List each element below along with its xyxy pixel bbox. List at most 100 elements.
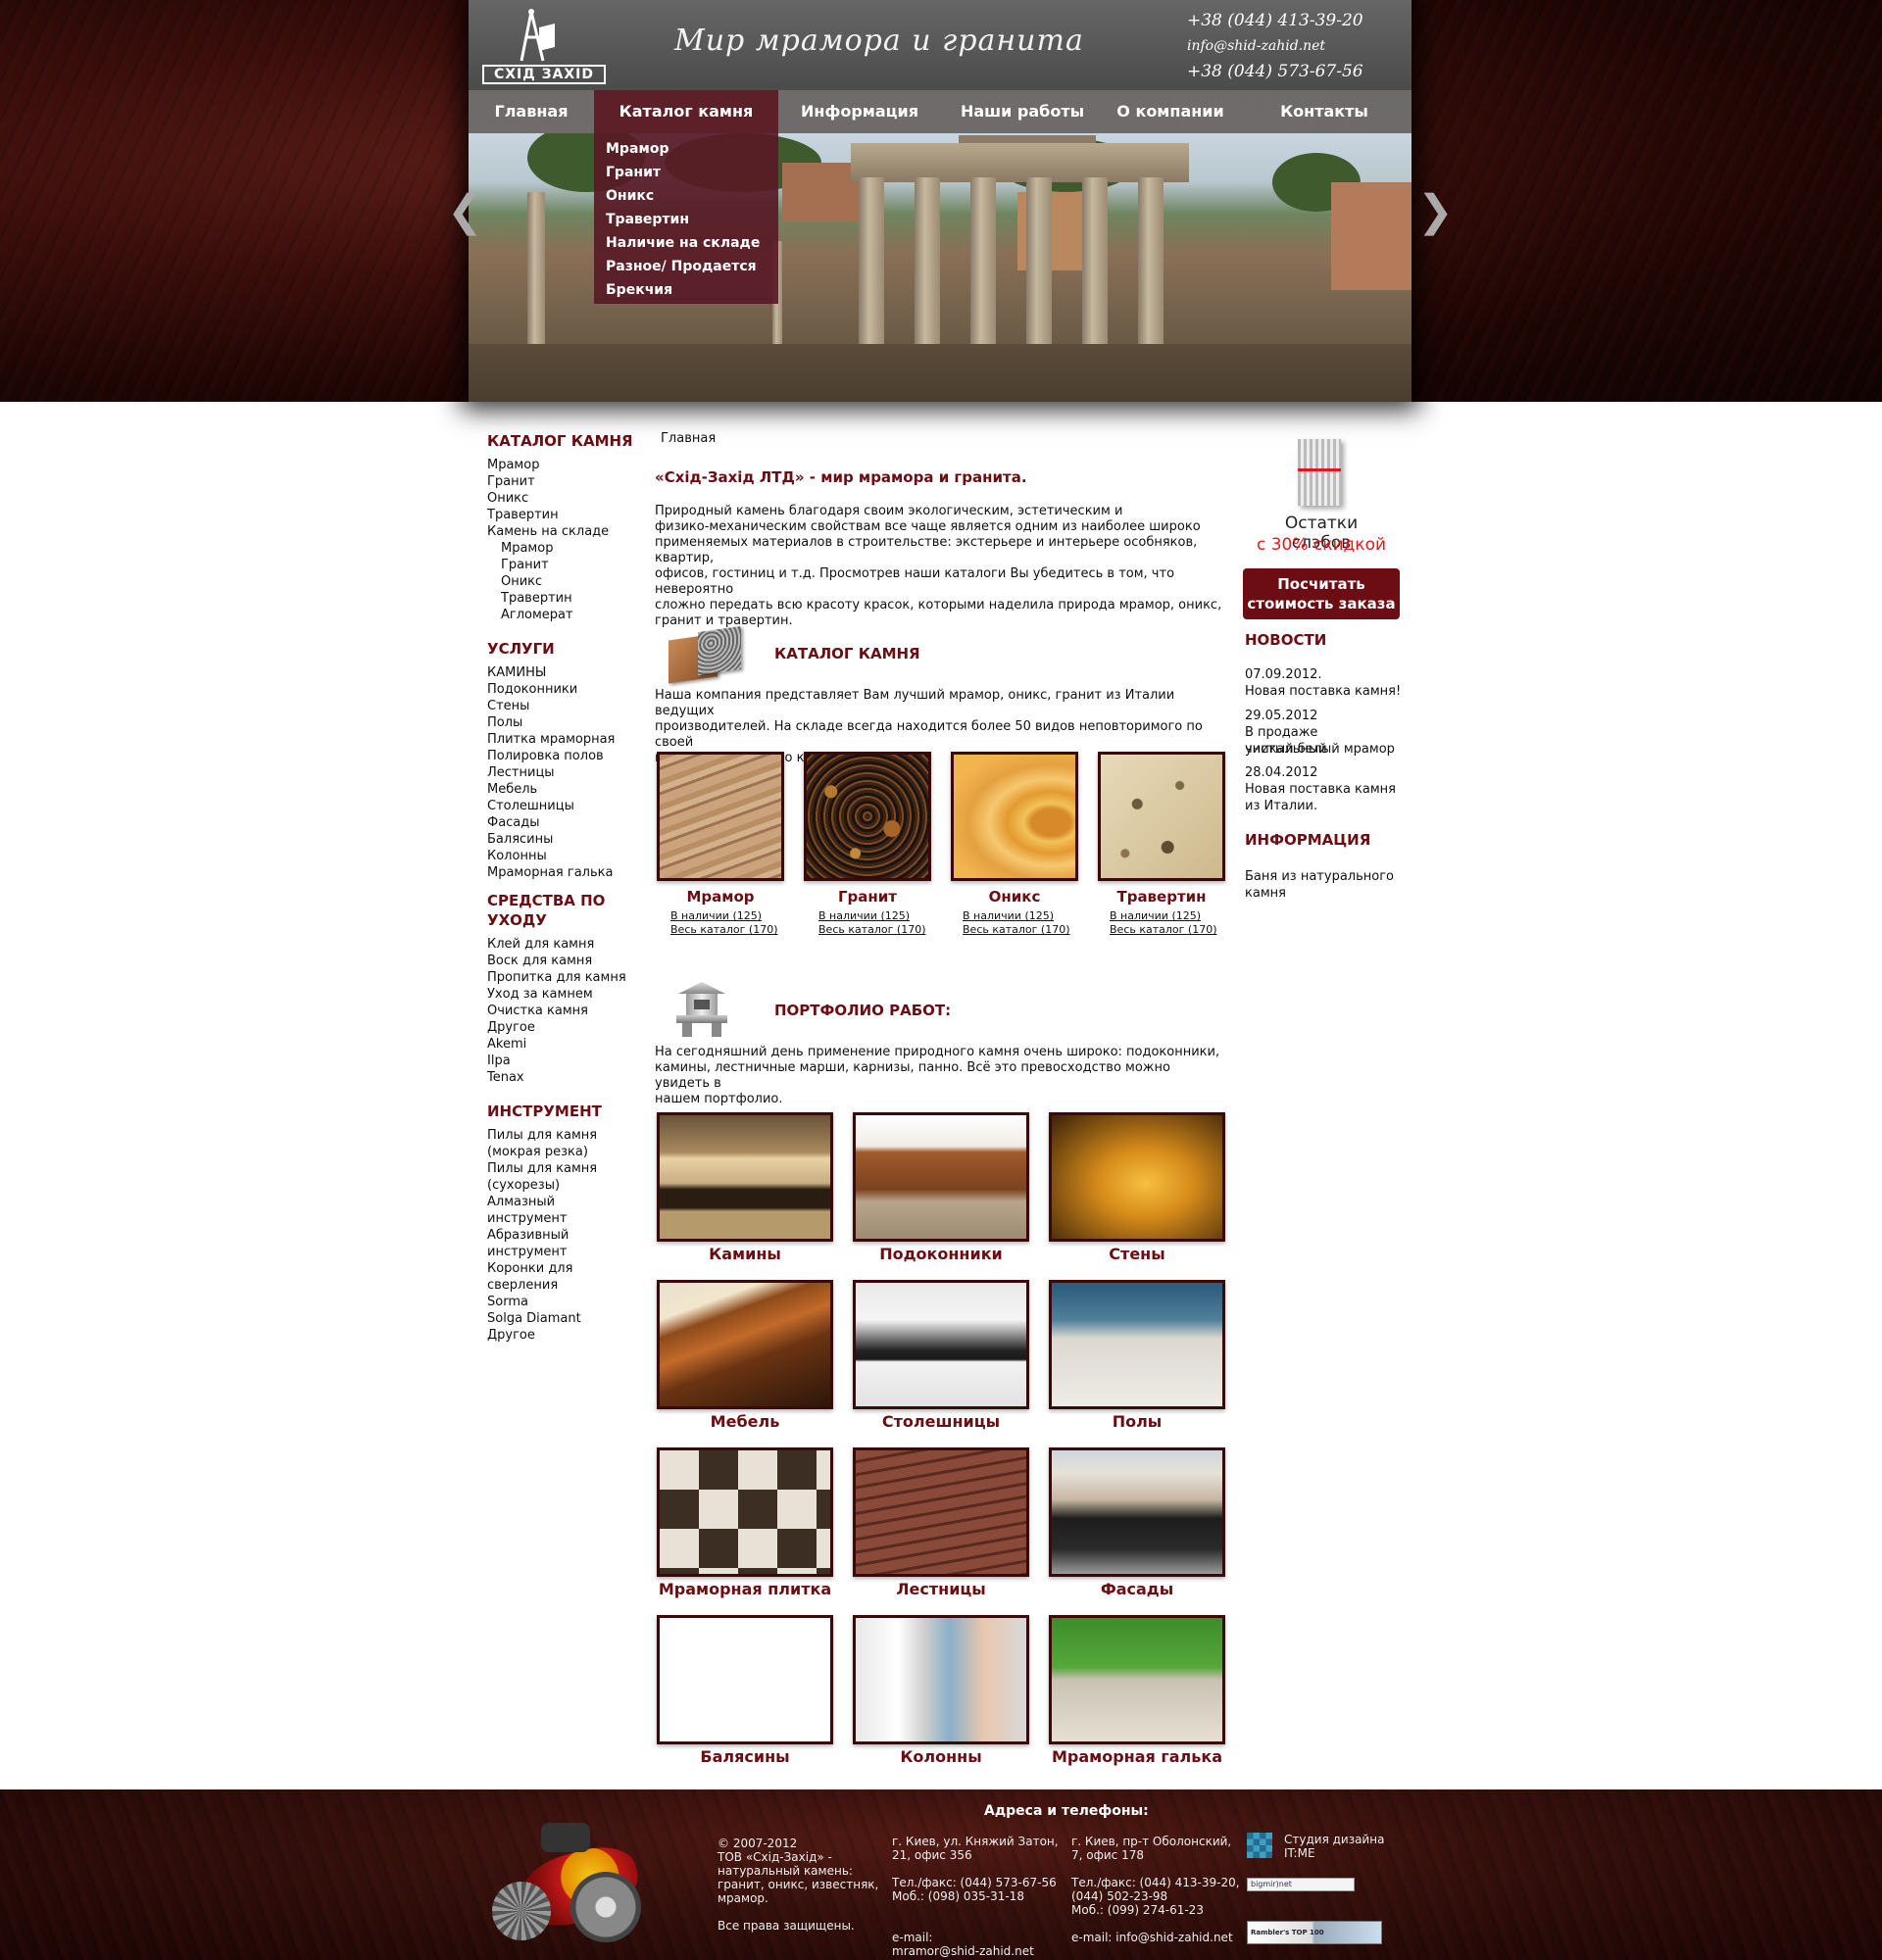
sidebar-item[interactable]: Ilpa	[487, 1053, 634, 1069]
portfolio-image-facades[interactable]	[1049, 1447, 1225, 1577]
sidebar-item[interactable]: инструмент	[487, 1244, 634, 1260]
stone-image-marble[interactable]	[657, 752, 784, 881]
dropdown-item-misc[interactable]: Разное/ Продается	[606, 255, 778, 278]
nav-item-home[interactable]: Главная	[469, 90, 594, 133]
info-item-link[interactable]: камня	[1245, 885, 1286, 902]
sidebar-item[interactable]: Подоконники	[487, 681, 634, 698]
portfolio-image-stairs[interactable]	[853, 1447, 1029, 1577]
counter-bigmir[interactable]: bigmir)net	[1247, 1878, 1355, 1891]
footer-email-1[interactable]: mramor@shid-zahid.net	[892, 1944, 1059, 1958]
sidebar-item[interactable]: Абразивный	[487, 1227, 634, 1244]
news-item-link[interactable]: из Италии.	[1245, 798, 1317, 814]
portfolio-label[interactable]: Камины	[657, 1245, 833, 1263]
breadcrumb[interactable]: Главная	[661, 431, 716, 446]
stone-catalog-link[interactable]: Весь каталог (170)	[963, 923, 1070, 937]
nav-item-info[interactable]: Информация	[778, 90, 941, 133]
dropdown-item-breccia[interactable]: Брекчия	[606, 278, 778, 302]
sidebar-subitem[interactable]: Гранит	[487, 557, 634, 573]
stone-stock-link[interactable]: В наличии (125)	[963, 909, 1054, 923]
portfolio-image-furniture[interactable]	[657, 1280, 833, 1409]
header-email[interactable]: info@shid-zahid.net	[1187, 33, 1363, 59]
sidebar-item[interactable]: Гранит	[487, 473, 634, 490]
portfolio-label[interactable]: Колонны	[853, 1747, 1029, 1766]
stone-stock-link[interactable]: В наличии (125)	[818, 909, 910, 923]
sidebar-item[interactable]: (мокрая резка)	[487, 1144, 634, 1160]
nav-item-contacts[interactable]: Контакты	[1237, 90, 1412, 133]
portfolio-label[interactable]: Мебель	[657, 1412, 833, 1431]
portfolio-image-floors[interactable]	[1049, 1280, 1225, 1409]
nav-item-works[interactable]: Наши работы	[941, 90, 1104, 133]
calculate-cost-button[interactable]: Посчитать стоимость заказа	[1243, 568, 1400, 619]
header-phone-1[interactable]: +38 (044) 413-39-20	[1187, 8, 1363, 33]
portfolio-label[interactable]: Мраморная плитка	[657, 1580, 833, 1598]
sidebar-item[interactable]: Столешницы	[487, 798, 634, 814]
sidebar-subitem[interactable]: Оникс	[487, 573, 634, 590]
stone-image-granite[interactable]	[804, 752, 931, 881]
portfolio-label[interactable]: Мраморная галька	[1049, 1747, 1225, 1766]
sidebar-item[interactable]: Лестницы	[487, 764, 634, 781]
sidebar-item[interactable]: Полировка полов	[487, 748, 634, 764]
sidebar-item[interactable]: Пилы для камня	[487, 1127, 634, 1144]
sidebar-item[interactable]: Алмазный инструмент	[487, 1194, 634, 1227]
sidebar-item[interactable]: Sorma	[487, 1294, 634, 1310]
stone-name-marble[interactable]: Мрамор	[657, 888, 784, 906]
sidebar-item[interactable]: Пилы для камня	[487, 1160, 634, 1177]
slider-next-arrow-icon[interactable]: ❯	[1417, 186, 1454, 236]
slider-prev-arrow-icon[interactable]: ❮	[447, 186, 483, 236]
portfolio-label[interactable]: Фасады	[1049, 1580, 1225, 1598]
portfolio-image-marble-pebbles[interactable]	[1049, 1615, 1225, 1744]
stone-image-onyx[interactable]	[951, 752, 1078, 881]
sidebar-item[interactable]: Мрамор	[487, 457, 634, 473]
sidebar-item[interactable]: сверления	[487, 1277, 634, 1294]
portfolio-label[interactable]: Балясины	[657, 1747, 833, 1766]
sidebar-item[interactable]: Камень на складе	[487, 523, 634, 540]
sidebar-item[interactable]: Балясины	[487, 831, 634, 848]
sidebar-item[interactable]: Мраморная галька	[487, 864, 634, 881]
sidebar-item[interactable]: Оникс	[487, 490, 634, 507]
info-item-link[interactable]: Баня из натурального	[1245, 868, 1394, 885]
sidebar-item[interactable]: Akemi	[487, 1036, 634, 1053]
sidebar-item[interactable]: Полы	[487, 714, 634, 731]
stone-stock-link[interactable]: В наличии (125)	[1110, 909, 1201, 923]
stone-catalog-link[interactable]: Весь каталог (170)	[818, 923, 926, 937]
sidebar-item[interactable]: Клей для камня	[487, 936, 634, 953]
sidebar-item[interactable]: Фасады	[487, 814, 634, 831]
portfolio-image-windowsills[interactable]	[853, 1112, 1029, 1242]
stone-catalog-link[interactable]: Весь каталог (170)	[1110, 923, 1217, 937]
news-item-link[interactable]: Новая поставка камня	[1245, 781, 1396, 798]
footer-email-2[interactable]: e-mail: info@shid-zahid.net	[1071, 1931, 1240, 1944]
sidebar-subitem[interactable]: Травертин	[487, 590, 634, 607]
portfolio-image-fireplaces[interactable]	[657, 1112, 833, 1242]
sidebar-item[interactable]: Плитка мраморная	[487, 731, 634, 748]
nav-item-about[interactable]: О компании	[1104, 90, 1237, 133]
sidebar-item[interactable]: КАМИНЫ	[487, 664, 634, 681]
stone-catalog-link[interactable]: Весь каталог (170)	[670, 923, 778, 937]
sidebar-item[interactable]: (сухорезы)	[487, 1177, 634, 1194]
stone-image-travertine[interactable]	[1098, 752, 1225, 881]
sidebar-item[interactable]: Уход за камнем	[487, 986, 634, 1003]
stone-name-onyx[interactable]: Оникс	[951, 888, 1078, 906]
stone-stock-link[interactable]: В наличии (125)	[670, 909, 762, 923]
studio-credit[interactable]: Студия дизайна IT:ME	[1284, 1833, 1384, 1860]
sidebar-subitem[interactable]: Агломерат	[487, 607, 634, 623]
sidebar-item[interactable]: Solga Diamant	[487, 1310, 634, 1327]
stone-name-granite[interactable]: Гранит	[804, 888, 931, 906]
portfolio-image-balusters[interactable]	[657, 1615, 833, 1744]
site-logo[interactable]: СХІД ЗАХІD	[482, 8, 606, 84]
sidebar-item[interactable]: Колонны	[487, 848, 634, 864]
sidebar-item[interactable]: Другое	[487, 1327, 634, 1344]
portfolio-image-marble-tiles[interactable]	[657, 1447, 833, 1577]
stone-name-travertine[interactable]: Травертин	[1098, 888, 1225, 906]
sidebar-item[interactable]: Воск для камня	[487, 953, 634, 969]
dropdown-item-in-stock[interactable]: Наличие на складе	[606, 231, 778, 255]
portfolio-image-countertops[interactable]	[853, 1280, 1029, 1409]
portfolio-label[interactable]: Полы	[1049, 1412, 1225, 1431]
dropdown-item-onyx[interactable]: Оникс	[606, 184, 778, 208]
header-phone-2[interactable]: +38 (044) 573-67-56	[1187, 59, 1363, 84]
portfolio-image-columns[interactable]	[853, 1615, 1029, 1744]
sidebar-subitem[interactable]: Мрамор	[487, 540, 634, 557]
nav-item-catalog[interactable]: Каталог камня	[594, 90, 778, 133]
sidebar-item[interactable]: Коронки для	[487, 1260, 634, 1277]
sidebar-item[interactable]: Tenax	[487, 1069, 634, 1086]
sidebar-item[interactable]: Пропитка для камня	[487, 969, 634, 986]
